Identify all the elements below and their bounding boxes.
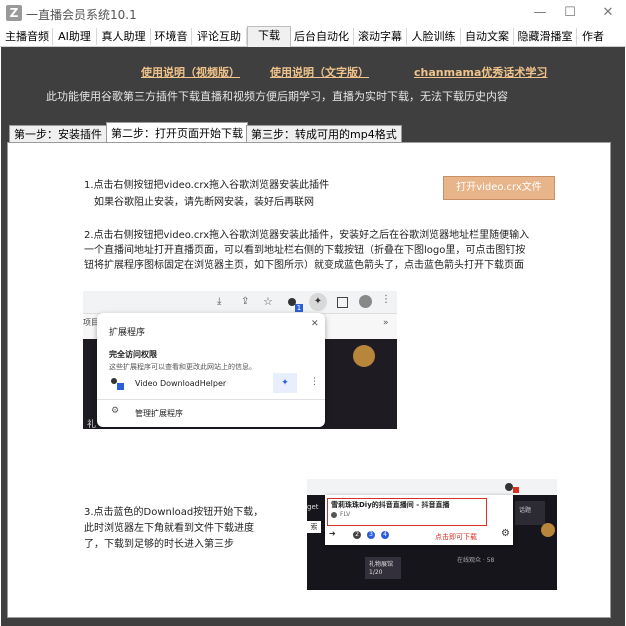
search-button: 索 <box>307 521 321 533</box>
menu-item-comment[interactable]: 评论互助 <box>192 28 247 45</box>
gift-text: 礼 <box>87 420 97 429</box>
step3-line1: 3.点击蓝色的Download按钮开始下载， <box>84 507 264 518</box>
gift-label: 礼物展馆 <box>369 561 394 568</box>
arrow-icon: ➜ <box>329 529 336 538</box>
menu-item-subtitles[interactable]: 滚动字幕 <box>354 28 407 45</box>
video-guide-link[interactable]: 使用说明（视频版） <box>141 64 240 80</box>
vdh-popup: 雪莉珠珠Diy的抖音直播间 - 抖音直播 FLV ➜ 2 3 4 点击即可下载 … <box>325 495 513 545</box>
text-guide-link[interactable]: 使用说明（文字版） <box>270 64 369 80</box>
course-link[interactable]: chanmama优秀话术学习 <box>414 64 547 80</box>
download-notice: 此功能使用谷歌第三方插件下载直播和视频方便后期学习，直播为实时下载，无法下载历史… <box>46 90 508 103</box>
vdh-badge: 1 <box>295 304 303 312</box>
left-text: get <box>307 503 319 511</box>
main-menu-bar: 主播音频 AI助理 真人助理 环境音 评论互助 下载 后台自动化 滚动字幕 人脸… <box>0 26 626 47</box>
settings-gear-icon: ⚙ <box>111 406 120 416</box>
count-badge-2: 3 <box>367 531 375 539</box>
menu-item-ambient[interactable]: 环境音 <box>151 28 192 45</box>
vdh-icon-2 <box>505 483 513 491</box>
profile-avatar <box>359 295 372 308</box>
manage-extensions-link[interactable]: 管理扩展程序 <box>135 408 183 419</box>
menu-item-hidden-room[interactable]: 隐藏滑播室 <box>514 28 577 45</box>
format-label: FLV <box>340 511 351 518</box>
maximize-button[interactable]: ☐ <box>560 4 580 22</box>
gift-count: 1/20 <box>369 569 383 576</box>
step2-line3: 钮将扩展程序图标固定在浏览器主页，如下图所示）就变成蓝色箭头了，点击蓝色箭头打开… <box>84 260 524 271</box>
sidepanel-icon <box>337 297 348 308</box>
browser-toolbar <box>83 291 397 314</box>
divider <box>97 399 325 400</box>
count-badge-1: 2 <box>353 531 361 539</box>
streamer-avatar <box>353 345 375 367</box>
menu-item-human-assistant[interactable]: 真人助理 <box>97 28 151 45</box>
download-icon: ⤓ <box>217 296 222 307</box>
chevron-right-icon: » <box>383 318 389 328</box>
menu-item-author[interactable]: 作者 <box>577 28 609 45</box>
step2-line1: 2.点击右侧按钮把video.crx拖入谷歌浏览器安装此插件，安装好之后在谷歌浏… <box>84 230 530 241</box>
settings-icon-2[interactable]: ⚙ <box>501 528 510 539</box>
open-crx-button[interactable]: 打开video.crx文件 <box>443 176 555 200</box>
step1-instruction: 1.点击右侧按钮把video.crx拖入谷歌浏览器安装此插件 <box>84 180 330 191</box>
title-bar: Z 一直播会员系统10.1 — ☐ ✕ <box>0 0 626 26</box>
download-helper-screenshot: get 索 雪莉珠珠Diy的抖音直播间 - 抖音直播 FLV ➜ 2 3 4 点… <box>307 479 557 590</box>
count-badge-3: 4 <box>381 531 389 539</box>
share-icon: ⇪ <box>241 296 250 307</box>
close-popup-icon[interactable]: ✕ <box>311 319 319 329</box>
vdh-badge-2 <box>513 487 519 493</box>
extension-screenshot: ⤓ ⇪ ☆ 1 ✦ ⋮ 项目 » 礼 扩展程序 ✕ 完全访问权限 这些扩展程序可… <box>83 291 397 429</box>
menu-item-audio[interactable]: 主播音频 <box>2 28 53 45</box>
streamer-avatar-2 <box>541 523 555 537</box>
step3-line2: 此时浏览器左下角就看到文件下载进度 <box>84 523 254 534</box>
step2-line2: 一个直播间地址打开直播页面，可以看到地址栏右侧的下载按钮（折叠在下图logo里，… <box>84 245 526 256</box>
menu-item-face[interactable]: 人脸训练 <box>407 28 461 45</box>
access-title: 完全访问权限 <box>109 350 157 359</box>
tab-step2-download[interactable]: 第二步：打开页面开始下载 <box>106 122 248 144</box>
window-title: 一直播会员系统10.1 <box>26 8 137 22</box>
step3-line3: 了，下载到足够的时长进入第三步 <box>84 539 234 550</box>
viewers-label: 在线观众 · 58 <box>457 557 495 564</box>
more-icon: ⋮ <box>381 294 391 305</box>
download-hint: 点击即可下载 <box>435 533 477 541</box>
step1-note: 如果谷歌阻止安装，请先断网安装，装好后再联网 <box>94 197 314 208</box>
minimize-button[interactable]: — <box>530 4 550 22</box>
access-desc: 这些扩展程序可以查看和更改此网站上的信息。 <box>109 363 256 371</box>
close-button[interactable]: ✕ <box>598 4 618 22</box>
menu-item-automation[interactable]: 后台自动化 <box>290 28 354 45</box>
menu-item-copywriting[interactable]: 自动文案 <box>461 28 514 45</box>
stream-title: 雪莉珠珠Diy的抖音直播间 - 抖音直播 <box>331 501 450 509</box>
format-icon <box>331 512 337 518</box>
menu-item-download[interactable]: 下载 <box>247 26 291 47</box>
star-icon: ☆ <box>263 295 273 308</box>
puzzle-icon: ✦ <box>309 293 327 311</box>
vdh-list-badge <box>117 383 124 390</box>
extension-more-icon[interactable]: ⋮ <box>310 377 319 387</box>
extension-name[interactable]: Video DownloadHelper <box>135 379 226 388</box>
pin-icon[interactable]: ✦ <box>273 373 297 393</box>
menu-item-ai-assistant[interactable]: AI助理 <box>53 28 97 45</box>
app-logo-icon: Z <box>6 5 22 21</box>
extensions-popup-title: 扩展程序 <box>109 328 146 338</box>
browser-toolbar-2 <box>307 479 557 496</box>
room-tag: 话题 <box>519 507 532 514</box>
extensions-popup: 扩展程序 ✕ 完全访问权限 这些扩展程序可以查看和更改此网站上的信息。 Vide… <box>97 313 325 427</box>
